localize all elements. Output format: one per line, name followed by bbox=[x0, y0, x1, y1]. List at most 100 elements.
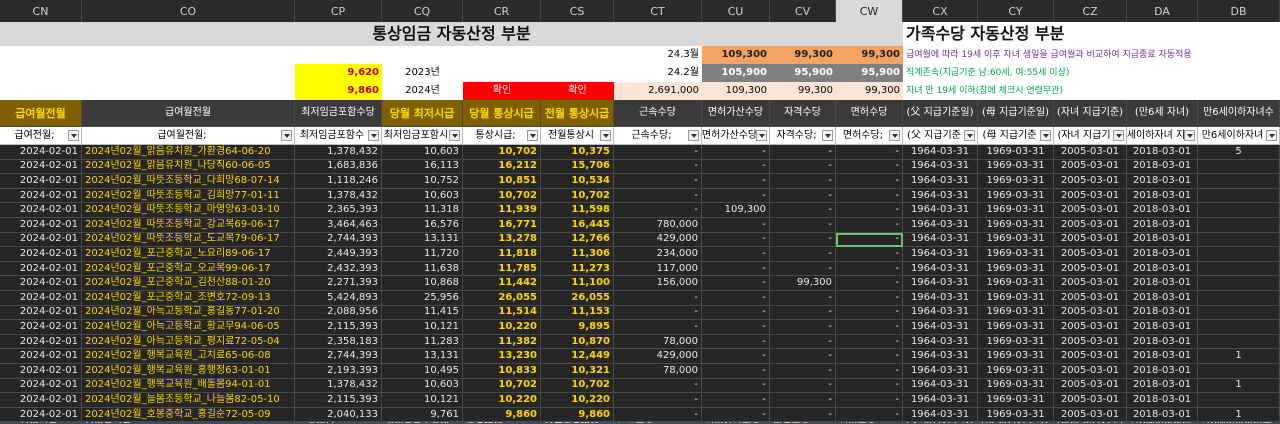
filter-cell-da[interactable]: 세이하자녀 지 bbox=[1127, 127, 1198, 145]
cell-co[interactable]: 2024년02월_따뜻조등학교_도교복79-06-17 bbox=[82, 232, 295, 248]
cell-cp[interactable]: 1,378,432 bbox=[295, 145, 382, 160]
cell-cv[interactable]: - bbox=[770, 334, 836, 350]
column-header-cn[interactable]: CN bbox=[0, 0, 82, 22]
cell-cy[interactable]: 1969-03-31 bbox=[978, 218, 1054, 233]
cell-cx[interactable]: 1964-03-31 bbox=[903, 393, 978, 408]
table-header-cv[interactable]: 자격수당 bbox=[770, 100, 836, 127]
cell-cu[interactable]: - bbox=[702, 188, 770, 204]
cell-cs[interactable]: 11,153 bbox=[541, 305, 614, 321]
table-header-cp[interactable]: 최저임금포함수당 bbox=[295, 100, 382, 127]
cell-ct[interactable]: 429,000 bbox=[614, 232, 702, 248]
cell-cs[interactable]: 15,706 bbox=[541, 159, 614, 175]
cell-cn[interactable]: 2024-02-01 bbox=[0, 291, 82, 306]
cell-cv[interactable]: - bbox=[770, 261, 836, 277]
cell-cq[interactable]: 10,121 bbox=[382, 320, 463, 335]
cell-cu[interactable]: - bbox=[702, 320, 770, 335]
cell-cu[interactable]: - bbox=[702, 393, 770, 408]
column-header-cu[interactable]: CU bbox=[702, 0, 770, 22]
cell-db[interactable] bbox=[1198, 188, 1280, 204]
cell-da[interactable]: 2018-03-01 bbox=[1127, 276, 1198, 291]
cell-cy[interactable]: 1969-03-31 bbox=[978, 203, 1054, 218]
cell-cv[interactable]: - bbox=[770, 218, 836, 233]
cell-da[interactable]: 2018-03-01 bbox=[1127, 349, 1198, 364]
table-header-cn[interactable]: 급여월전월 bbox=[0, 100, 82, 127]
cell-cs[interactable]: 12,766 bbox=[541, 232, 614, 248]
cell-co[interactable]: 2024년02월_포근중학교_김천산88-01-20 bbox=[82, 276, 295, 291]
cell-cn[interactable]: 2024-02-01 bbox=[0, 320, 82, 335]
cell-ct[interactable]: 429,000 bbox=[614, 349, 702, 364]
column-header-db[interactable]: DB bbox=[1198, 0, 1280, 22]
cell-ct[interactable]: - bbox=[614, 188, 702, 204]
cell-da[interactable]: 2018-03-01 bbox=[1127, 393, 1198, 408]
filter-cell-cv[interactable]: 자격수당; bbox=[770, 127, 836, 145]
cell-cx[interactable]: 1964-03-31 bbox=[903, 349, 978, 364]
cell-cu[interactable]: - bbox=[702, 218, 770, 233]
cell-cy[interactable]: 1969-03-31 bbox=[978, 276, 1054, 291]
table-header-cq[interactable]: 당월 최저시급 bbox=[382, 100, 463, 127]
cell-cw[interactable]: - bbox=[836, 364, 903, 379]
cell-cz[interactable]: 2005-03-01 bbox=[1054, 334, 1127, 350]
cell-cs[interactable]: 9,895 bbox=[541, 320, 614, 335]
cell-cw[interactable]: - bbox=[836, 174, 903, 189]
cell-cz[interactable]: 2005-03-01 bbox=[1054, 407, 1127, 423]
cell-cs[interactable]: 11,273 bbox=[541, 261, 614, 277]
cell-cx[interactable]: 1964-03-31 bbox=[903, 174, 978, 189]
cell-cr[interactable]: 9,860 bbox=[463, 407, 541, 423]
min-wage-2023[interactable]: 9,620 bbox=[295, 64, 382, 82]
cell-cw[interactable]: - bbox=[836, 305, 903, 321]
cell-ct[interactable]: - bbox=[614, 407, 702, 423]
cell-db[interactable] bbox=[1198, 218, 1280, 233]
cell-cv[interactable]: - bbox=[770, 174, 836, 189]
column-header-cq[interactable]: CQ bbox=[382, 0, 463, 22]
cell-da[interactable]: 2018-03-01 bbox=[1127, 378, 1198, 394]
cell-cn[interactable]: 2024-02-01 bbox=[0, 218, 82, 233]
cell-db[interactable] bbox=[1198, 334, 1280, 350]
cell-cu[interactable]: - bbox=[702, 349, 770, 364]
cell-cx[interactable]: 1964-03-31 bbox=[903, 305, 978, 321]
column-header-co[interactable]: CO bbox=[82, 0, 295, 22]
cell-cx[interactable]: 1964-03-31 bbox=[903, 276, 978, 291]
cell-cr[interactable]: 11,818 bbox=[463, 247, 541, 262]
filter-cell-cy[interactable]: (母 지급기준 bbox=[978, 127, 1054, 145]
cell-cr[interactable]: 10,702 bbox=[463, 378, 541, 394]
cell-cq[interactable]: 10,495 bbox=[382, 364, 463, 379]
cell-cy[interactable]: 1969-03-31 bbox=[978, 378, 1054, 394]
cell-co[interactable]: 2024년02월_포근중학교_노요리89-06-17 bbox=[82, 247, 295, 262]
cell-cx[interactable]: 1964-03-31 bbox=[903, 218, 978, 233]
cell-cr[interactable]: 10,220 bbox=[463, 393, 541, 408]
cell-cv[interactable]: - bbox=[770, 407, 836, 423]
cell-cr[interactable]: 13,278 bbox=[463, 232, 541, 248]
cell-co[interactable]: 2024년02월_따뜻조등학교_마영양63-03-10 bbox=[82, 203, 295, 218]
table-header-co[interactable]: 급여월전월 bbox=[82, 100, 295, 127]
cell-cw[interactable]: - bbox=[836, 247, 903, 262]
cell-cy[interactable]: 1969-03-31 bbox=[978, 334, 1054, 350]
cell-cu[interactable]: - bbox=[702, 247, 770, 262]
cell-cp[interactable]: 3,464,463 bbox=[295, 218, 382, 233]
filter-cell-cz[interactable]: (자녀 지급기 bbox=[1054, 127, 1127, 145]
filter-cell-cq[interactable]: 최저임금포함시 bbox=[382, 127, 463, 145]
cell-cp[interactable]: 1,118,246 bbox=[295, 174, 382, 189]
cell-cn[interactable]: 2024-02-01 bbox=[0, 407, 82, 423]
cell-cz[interactable]: 2005-03-01 bbox=[1054, 320, 1127, 335]
cell-db[interactable] bbox=[1198, 203, 1280, 218]
cell-ct[interactable]: - bbox=[614, 174, 702, 189]
cell-cw[interactable]: - bbox=[836, 334, 903, 350]
filter-dropdown-icon[interactable] bbox=[68, 130, 79, 141]
cell-cv[interactable]: - bbox=[770, 378, 836, 394]
cell-cv[interactable]: - bbox=[770, 188, 836, 204]
cell-cv[interactable]: - bbox=[770, 232, 836, 248]
cell-cu[interactable]: - bbox=[702, 305, 770, 321]
cell-db[interactable]: 5 bbox=[1198, 145, 1280, 160]
cell-cq[interactable]: 16,113 bbox=[382, 159, 463, 175]
table-header-cs[interactable]: 전월 통상시급 bbox=[541, 100, 614, 127]
cell-cw[interactable]: - bbox=[836, 291, 903, 306]
cell-cq[interactable]: 13,131 bbox=[382, 232, 463, 248]
cell-cu[interactable]: - bbox=[702, 334, 770, 350]
cell-cs[interactable]: 10,870 bbox=[541, 334, 614, 350]
cell-db[interactable]: 1 bbox=[1198, 349, 1280, 364]
filter-dropdown-icon[interactable] bbox=[964, 130, 975, 141]
filter-dropdown-icon[interactable] bbox=[1113, 130, 1124, 141]
cell-cx[interactable]: 1964-03-31 bbox=[903, 378, 978, 394]
cell-co[interactable]: 2024년02월_늘봄조등학교_나늘봄82-05-10 bbox=[82, 393, 295, 408]
cell-cx[interactable]: 1964-03-31 bbox=[903, 320, 978, 335]
